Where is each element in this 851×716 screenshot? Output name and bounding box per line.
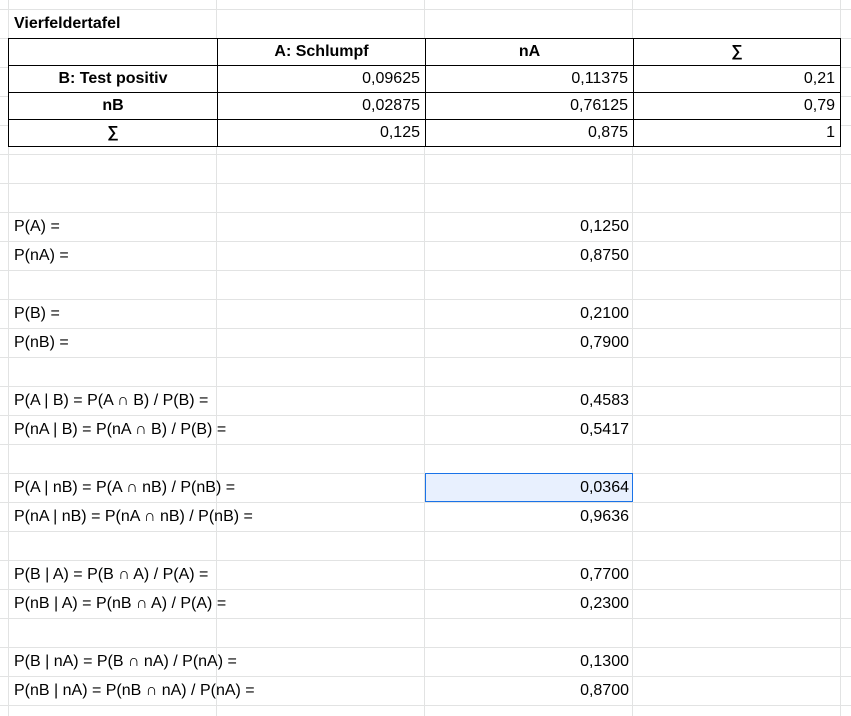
probability-label[interactable]: P(A | nB) = P(A ∩ nB) / P(nB) = [14,476,235,500]
table-cell[interactable]: 0,09625 [217,65,426,93]
table-cell[interactable]: 0,02875 [217,92,426,120]
table-cell[interactable]: 1 [633,119,841,147]
table-row: nB 0,02875 0,76125 0,79 [8,92,841,120]
probability-value[interactable]: 0,8750 [425,241,633,270]
probability-label[interactable]: P(B) = [14,302,60,326]
probability-row: P(A | B) = P(A ∩ B) / P(B) = 0,4583 [8,386,633,415]
probability-row: P(B) = 0,2100 [8,299,633,328]
probability-row: P(A | nB) = P(A ∩ nB) / P(nB) = 0,0364 [8,473,633,502]
probability-row: P(nA | B) = P(nA ∩ B) / P(B) = 0,5417 [8,415,633,444]
table-header-row: A: Schlumpf nA ∑ [8,38,841,66]
probability-row: P(nA | nB) = P(nA ∩ nB) / P(nB) = 0,9636 [8,502,633,531]
probability-row: P(B | A) = P(B ∩ A) / P(A) = 0,7700 [8,560,633,589]
probability-value[interactable]: 0,7700 [425,560,633,589]
table-cell[interactable]: 0,125 [217,119,426,147]
probability-value[interactable]: 0,9636 [425,502,633,531]
probability-label[interactable]: P(A | B) = P(A ∩ B) / P(B) = [14,389,208,413]
contingency-table: A: Schlumpf nA ∑ B: Test positiv 0,09625… [8,38,841,147]
probability-row: P(B | nA) = P(B ∩ nA) / P(nA) = 0,1300 [8,647,633,676]
table-cell[interactable]: 0,79 [633,92,841,120]
probability-label[interactable]: P(B | nA) = P(B ∩ nA) / P(nA) = [14,650,237,674]
probability-label[interactable]: P(nA | nB) = P(nA ∩ nB) / P(nB) = [14,505,253,529]
probability-label[interactable]: P(nA | B) = P(nA ∩ B) / P(B) = [14,418,226,442]
column-header-sum[interactable]: ∑ [633,38,841,66]
probability-label[interactable]: P(A) = [14,215,60,239]
sheet-title[interactable]: Vierfeldertafel [14,12,120,36]
row-header-b[interactable]: B: Test positiv [8,65,218,93]
probability-value[interactable]: 0,4583 [425,386,633,415]
probability-value[interactable]: 0,7900 [425,328,633,357]
column-header-na[interactable]: nA [425,38,634,66]
table-cell[interactable]: 0,21 [633,65,841,93]
table-cell[interactable]: 0,76125 [425,92,634,120]
probability-row: P(nA) = 0,8750 [8,241,633,270]
column-header-a[interactable]: A: Schlumpf [217,38,426,66]
probability-value[interactable]: 0,2300 [425,589,633,618]
probability-row: P(nB | A) = P(nB ∩ A) / P(A) = 0,2300 [8,589,633,618]
probability-value[interactable]: 0,1250 [425,212,633,241]
probability-label[interactable]: P(nB) = [14,331,69,355]
probability-row: P(A) = 0,1250 [8,212,633,241]
probability-label[interactable]: P(B | A) = P(B ∩ A) / P(A) = [14,563,208,587]
probability-value[interactable]: 0,8700 [425,676,633,705]
row-header-nb[interactable]: nB [8,92,218,120]
table-cell[interactable] [8,38,218,66]
probability-row: P(nB | nA) = P(nB ∩ nA) / P(nA) = 0,8700 [8,676,633,705]
probability-label[interactable]: P(nB | A) = P(nB ∩ A) / P(A) = [14,592,226,616]
row-header-sum[interactable]: ∑ [8,119,218,147]
probability-value[interactable]: 0,1300 [425,647,633,676]
probability-label[interactable]: P(nB | nA) = P(nB ∩ nA) / P(nA) = [14,679,255,703]
probability-value[interactable]: 0,2100 [425,299,633,328]
table-cell[interactable]: 0,875 [425,119,634,147]
probability-row: P(nB) = 0,7900 [8,328,633,357]
spreadsheet-grid[interactable]: Vierfeldertafel A: Schlumpf nA ∑ B: Test… [0,0,851,716]
table-row: B: Test positiv 0,09625 0,11375 0,21 [8,65,841,93]
probability-label[interactable]: P(nA) = [14,244,69,268]
probability-value[interactable]: 0,5417 [425,415,633,444]
table-cell[interactable]: 0,11375 [425,65,634,93]
table-row: ∑ 0,125 0,875 1 [8,119,841,147]
selected-cell[interactable]: 0,0364 [425,473,633,502]
